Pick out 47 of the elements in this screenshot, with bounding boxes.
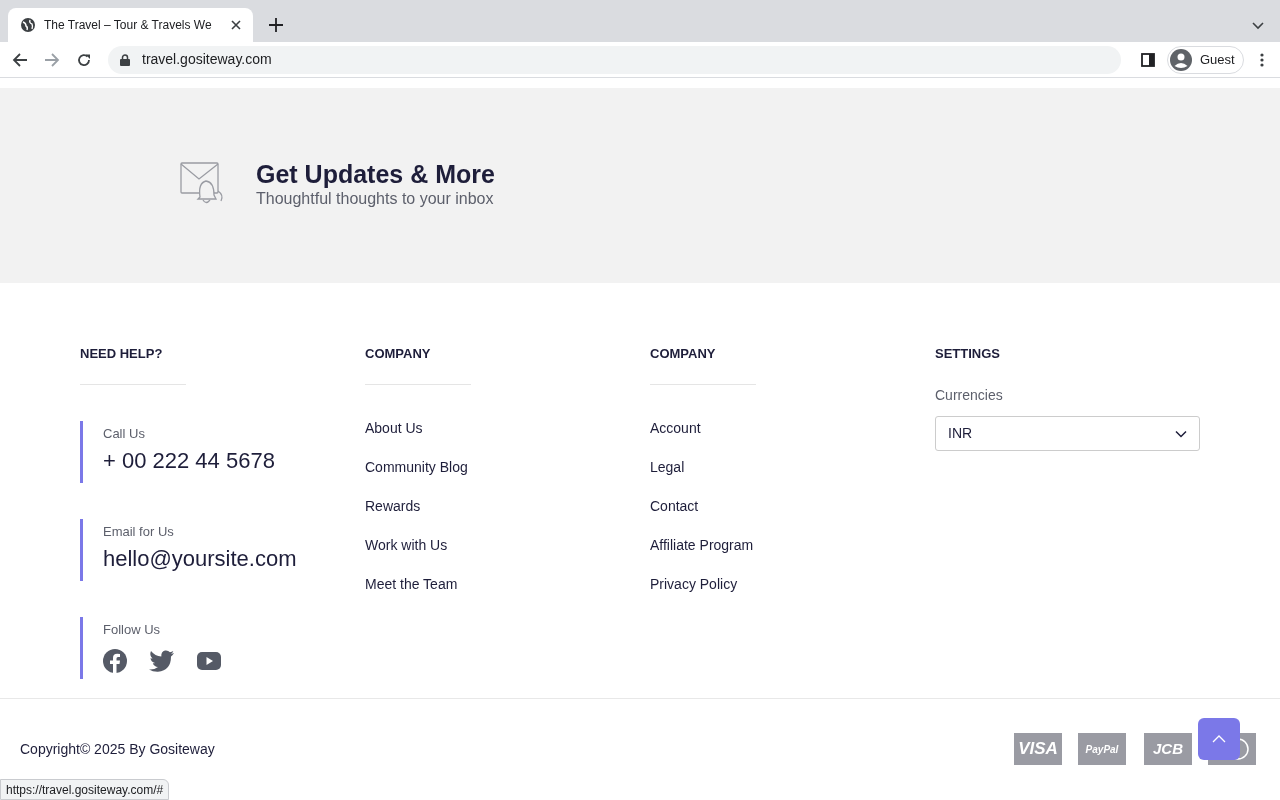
facebook-icon[interactable] xyxy=(103,649,127,673)
footer-link[interactable]: Contact xyxy=(650,497,699,516)
chevron-down-icon[interactable] xyxy=(1252,22,1264,30)
address-bar[interactable]: travel.gositeway.com xyxy=(108,45,1121,74)
contact-label: Email for Us xyxy=(103,523,174,541)
video-play-icon[interactable] xyxy=(197,652,221,670)
currency-select[interactable]: INR xyxy=(935,416,1200,451)
footer-link[interactable]: Rewards xyxy=(365,497,421,516)
footer-link[interactable]: Community Blog xyxy=(365,458,468,477)
forward-icon[interactable] xyxy=(44,51,60,68)
column-heading: SETTINGS xyxy=(935,345,1000,363)
browser-tab[interactable]: The Travel – Tour & Travels We xyxy=(8,8,253,42)
chevron-up-icon xyxy=(1212,735,1226,743)
column-heading: COMPANY xyxy=(650,345,716,363)
back-icon[interactable] xyxy=(12,51,28,68)
contact-label: Call Us xyxy=(103,425,145,443)
twitter-icon[interactable] xyxy=(149,650,175,672)
footer-link[interactable]: Affiliate Program xyxy=(650,536,754,555)
paypal-card-logo: PayPal xyxy=(1078,733,1126,765)
menu-icon[interactable] xyxy=(1259,52,1264,67)
lock-icon xyxy=(120,53,130,66)
footer-link[interactable]: Meet the Team xyxy=(365,575,458,594)
column-heading: COMPANY xyxy=(365,345,431,363)
column-heading: NEED HELP? xyxy=(80,345,163,363)
avatar-icon xyxy=(1170,48,1192,71)
copyright-text: Copyright© 2025 By Gositeway xyxy=(20,739,215,759)
footer-link[interactable]: Legal xyxy=(650,458,685,477)
contact-label: Follow Us xyxy=(103,621,161,639)
footer-link[interactable]: Privacy Policy xyxy=(650,575,738,594)
footer-link[interactable]: About Us xyxy=(365,419,423,438)
close-icon[interactable] xyxy=(231,20,241,30)
visa-card-logo: VISA xyxy=(1014,733,1062,765)
status-url: https://travel.gositeway.com/# xyxy=(0,779,170,800)
contact-value: + 00 222 44 5678 xyxy=(103,447,275,475)
globe-icon xyxy=(20,17,36,33)
newsletter-subtitle: Thoughtful thoughts to your inbox xyxy=(256,189,495,209)
new-tab-icon[interactable] xyxy=(269,18,283,32)
field-label: Currencies xyxy=(935,386,1003,404)
newsletter-title: Get Updates & More xyxy=(256,159,495,189)
chevron-down-icon xyxy=(1175,429,1187,438)
tab-title: The Travel – Tour & Travels We xyxy=(44,17,213,34)
reload-icon[interactable] xyxy=(76,51,92,68)
footer-link[interactable]: Account xyxy=(650,419,701,438)
jcb-card-logo: JCB xyxy=(1144,733,1192,765)
side-panel-icon[interactable] xyxy=(1141,52,1155,67)
footer-link[interactable]: Work with Us xyxy=(365,536,448,555)
contact-value: hello@yoursite.com xyxy=(103,545,297,573)
